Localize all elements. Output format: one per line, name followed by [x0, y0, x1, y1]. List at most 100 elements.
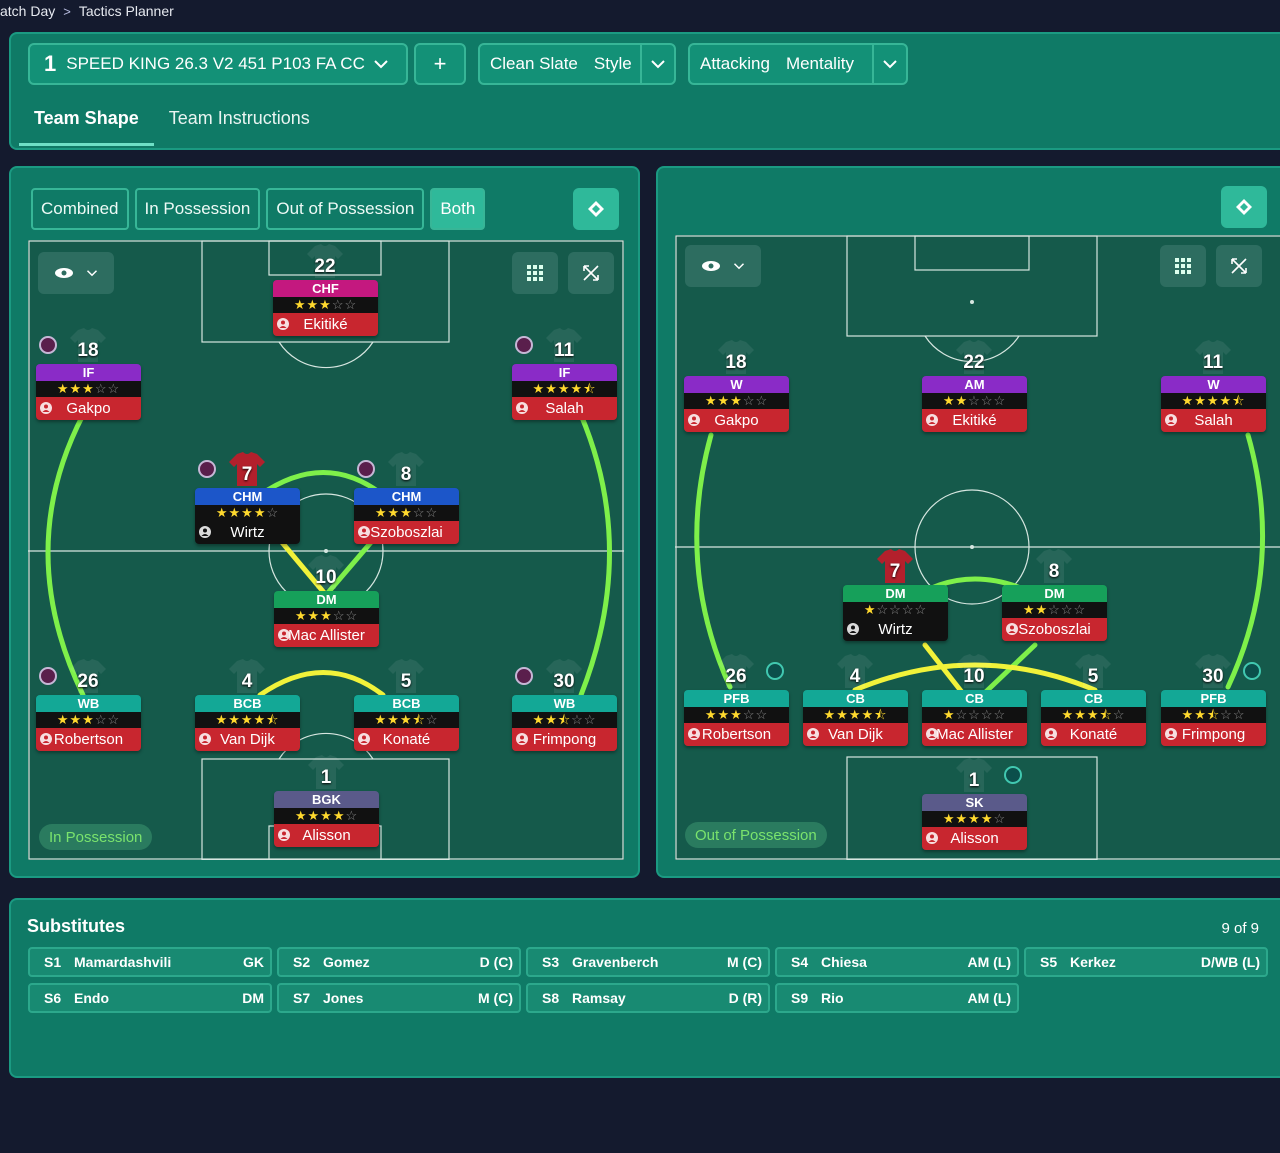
person-icon	[278, 629, 290, 641]
shirt-number: 11	[1193, 340, 1233, 374]
tactic-selector[interactable]: 1 SPEED KING 26.3 V2 451 P103 FA CC	[28, 43, 408, 85]
player-name: Szoboszlai	[354, 521, 459, 544]
sub-position: GK	[243, 954, 264, 970]
filter-in-possession[interactable]: In Possession	[134, 188, 261, 230]
diamond-icon[interactable]	[1221, 186, 1267, 228]
player-name: Wirtz	[195, 521, 300, 544]
tab-bar: Team Shape Team Instructions	[19, 96, 325, 146]
expand-icon[interactable]	[1216, 245, 1262, 287]
player-card[interactable]: BGK ★★★★☆ Alisson	[274, 791, 379, 847]
player-card[interactable]: AM ★★☆☆☆ Ekitiké	[922, 376, 1027, 432]
substitute-row[interactable]: S1 Mamardashvili GK	[28, 947, 272, 977]
breadcrumb-tactics-planner[interactable]: Tactics Planner	[79, 3, 174, 19]
player-role: IF	[36, 364, 141, 381]
player-role: BGK	[274, 791, 379, 808]
role-rating: ★★★★☆	[922, 811, 1027, 827]
player-card[interactable]: W ★★★☆☆ Gakpo	[684, 376, 789, 432]
mentality-dropdown[interactable]: Attacking Mentality	[688, 43, 908, 85]
player-name: Alisson	[922, 827, 1027, 850]
shirt-number: 4	[835, 654, 875, 688]
sub-name: Ramsay	[572, 990, 626, 1006]
filter-combined[interactable]: Combined	[31, 188, 129, 230]
style-dropdown[interactable]: Clean Slate Style	[478, 43, 676, 85]
shirt-number: 22	[305, 244, 345, 278]
player-card[interactable]: CB ★★★⯪☆ Konaté	[1041, 690, 1146, 746]
player-card[interactable]: DM ★★★☆☆ Mac Allister	[274, 591, 379, 647]
expand-icon[interactable]	[568, 252, 614, 294]
sub-position: DM	[242, 990, 264, 1006]
player-name: Robertson	[684, 723, 789, 746]
filter-both[interactable]: Both	[430, 188, 486, 230]
player-name: Ekitiké	[273, 313, 378, 336]
role-rating: ★★★★⯪	[803, 707, 908, 723]
out-of-possession-label: Out of Possession	[685, 822, 827, 848]
player-card[interactable]: CHM ★★★★☆ Wirtz	[195, 488, 300, 544]
person-icon	[847, 623, 859, 635]
player-card[interactable]: PFB ★★★☆☆ Robertson	[684, 690, 789, 746]
breadcrumb-match-day[interactable]: atch Day	[0, 3, 55, 19]
player-card[interactable]: CB ★☆☆☆☆ Mac Allister	[922, 690, 1027, 746]
player-role: BCB	[354, 695, 459, 712]
person-icon	[516, 733, 528, 745]
grid-icon[interactable]	[512, 252, 558, 294]
player-card[interactable]: W ★★★★⯪ Salah	[1161, 376, 1266, 432]
player-card[interactable]: BCB ★★★★⯪ Van Dijk	[195, 695, 300, 751]
diamond-icon[interactable]	[573, 188, 619, 230]
substitute-row[interactable]: S7 Jones M (C)	[277, 983, 521, 1013]
substitutes-count: 9 of 9	[1221, 920, 1259, 937]
shirt-number: 30	[1193, 654, 1233, 688]
tactic-name: SPEED KING 26.3 V2 451 P103 FA CC	[66, 54, 365, 73]
player-card[interactable]: PFB ★★⯪☆☆ Frimpong	[1161, 690, 1266, 746]
player-name: Gakpo	[684, 409, 789, 432]
player-role: WB	[36, 695, 141, 712]
sub-slot: S4	[791, 954, 809, 970]
player-card[interactable]: WB ★★⯪☆☆ Frimpong	[512, 695, 617, 751]
role-rating: ★★★⯪☆	[354, 712, 459, 728]
player-card[interactable]: CHM ★★★☆☆ Szoboszlai	[354, 488, 459, 544]
player-role: IF	[512, 364, 617, 381]
player-card[interactable]: DM ★☆☆☆☆ Wirtz	[843, 585, 948, 641]
sub-name: Mamardashvili	[74, 954, 172, 970]
person-icon	[688, 414, 700, 426]
player-status-icon	[766, 662, 784, 680]
player-role: DM	[274, 591, 379, 608]
sub-name: Gravenberch	[572, 954, 659, 970]
player-card[interactable]: CHF ★★★☆☆ Ekitiké	[273, 280, 378, 336]
role-rating: ★★★★⯪	[1161, 393, 1266, 409]
player-card[interactable]: BCB ★★★⯪☆ Konaté	[354, 695, 459, 751]
visibility-toggle[interactable]	[685, 245, 761, 287]
sub-position: D/WB (L)	[1200, 954, 1260, 970]
substitute-row[interactable]: S3 Gravenberch M (C)	[526, 947, 770, 977]
player-card[interactable]: IF ★★★★⯪ Salah	[512, 364, 617, 420]
substitute-row[interactable]: S5 Kerkez D/WB (L)	[1024, 947, 1268, 977]
tab-team-instructions[interactable]: Team Instructions	[154, 96, 325, 146]
substitute-row[interactable]: S8 Ramsay D (R)	[526, 983, 770, 1013]
substitutes-title: Substitutes	[27, 916, 126, 936]
substitute-row[interactable]: S2 Gomez D (C)	[277, 947, 521, 977]
player-card[interactable]: CB ★★★★⯪ Van Dijk	[803, 690, 908, 746]
sub-slot: S3	[542, 954, 560, 970]
player-card[interactable]: DM ★★☆☆☆ Szoboszlai	[1002, 585, 1107, 641]
player-card[interactable]: WB ★★★☆☆ Robertson	[36, 695, 141, 751]
add-tactic-button[interactable]: +	[414, 43, 466, 85]
substitutes-panel: Substitutes 9 of 9 S1 Mamardashvili GK S2 Go…	[9, 898, 1280, 1078]
tab-team-shape[interactable]: Team Shape	[19, 96, 154, 146]
substitute-row[interactable]: S9 Rio AM (L)	[775, 983, 1019, 1013]
substitute-row[interactable]: S4 Chiesa AM (L)	[775, 947, 1019, 977]
role-rating: ★★★☆☆	[684, 393, 789, 409]
tactic-header: 1 SPEED KING 26.3 V2 451 P103 FA CC + Cl…	[9, 32, 1280, 150]
visibility-toggle[interactable]	[38, 252, 114, 294]
player-card[interactable]: SK ★★★★☆ Alisson	[922, 794, 1027, 850]
person-icon	[807, 728, 819, 740]
filter-out-of-possession[interactable]: Out of Possession	[266, 188, 425, 230]
sub-position: AM (L)	[967, 954, 1011, 970]
role-rating: ★★★☆☆	[273, 297, 378, 313]
sub-slot: S1	[44, 954, 62, 970]
substitute-row[interactable]: S6 Endo DM	[28, 983, 272, 1013]
person-icon	[278, 829, 290, 841]
grid-icon[interactable]	[1160, 245, 1206, 287]
shirt-number: 7	[875, 549, 915, 583]
person-icon	[926, 728, 938, 740]
breadcrumb: atch Day > Tactics Planner	[0, 0, 174, 22]
player-card[interactable]: IF ★★★☆☆ Gakpo	[36, 364, 141, 420]
